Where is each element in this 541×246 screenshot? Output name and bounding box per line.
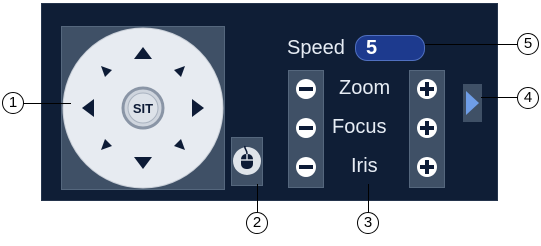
iris-label: Iris xyxy=(351,155,378,177)
callout-5-leader xyxy=(425,44,517,45)
callout-2-leader xyxy=(257,184,258,212)
callout-5: 5 xyxy=(517,33,539,55)
mouse-button[interactable] xyxy=(231,137,263,186)
arrow-right-icon xyxy=(466,91,479,115)
minus-icon xyxy=(299,165,313,169)
ptz-direction-pad-box: SIT xyxy=(61,26,225,190)
minus-icon xyxy=(299,126,313,130)
speed-label: Speed xyxy=(287,37,345,59)
focus-label: Focus xyxy=(332,116,387,138)
expand-panel-button[interactable] xyxy=(463,84,482,122)
minus-icon xyxy=(299,87,313,91)
callout-3: 3 xyxy=(357,212,379,234)
callout-1: 1 xyxy=(2,92,24,114)
callout-4: 4 xyxy=(517,87,539,109)
ptz-control-panel: SIT Speed 5 Zoom Focus Iris xyxy=(41,3,498,201)
callout-2: 2 xyxy=(246,212,268,234)
sit-button-label: SIT xyxy=(133,101,153,116)
callout-3-leader xyxy=(368,184,369,212)
speed-input[interactable]: 5 xyxy=(355,35,425,61)
mouse-icon xyxy=(233,145,261,175)
callout-4-leader xyxy=(481,97,518,98)
zoom-label: Zoom xyxy=(339,77,391,99)
callout-1-leader xyxy=(23,103,71,104)
